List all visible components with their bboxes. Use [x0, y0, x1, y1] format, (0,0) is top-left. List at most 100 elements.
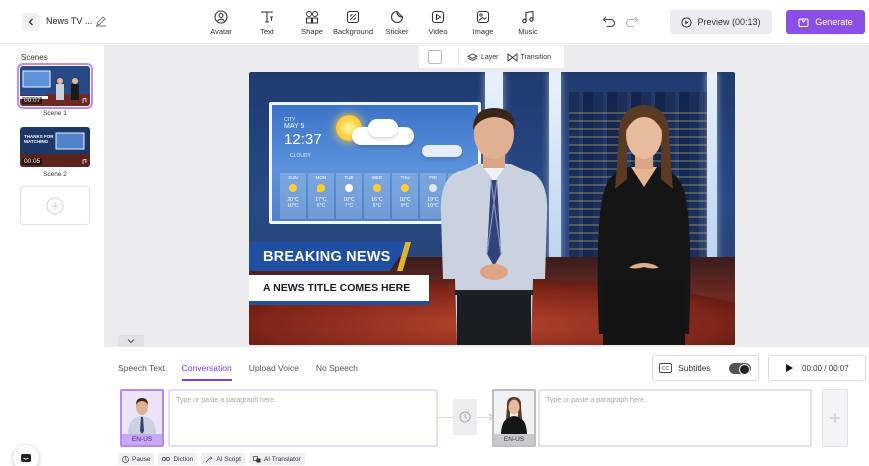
avatar-icon — [214, 9, 228, 24]
magic-wand-icon — [206, 455, 214, 462]
subtitles-toggle[interactable] — [729, 363, 751, 375]
redo-button[interactable] — [625, 15, 639, 27]
project-title[interactable]: News TV ... — [46, 16, 92, 26]
preview-icon — [681, 16, 693, 28]
forecast-day-name: MON — [315, 175, 327, 180]
add-scene-button[interactable] — [20, 186, 90, 225]
play-icon[interactable] — [785, 363, 794, 373]
subtitles-control: CC Subtitles — [652, 355, 759, 381]
news-title-underline — [249, 301, 429, 305]
transition-button[interactable]: Transition — [507, 52, 551, 62]
partly-cloudy-icon — [317, 184, 325, 192]
chevron-down-icon — [127, 339, 135, 344]
speaker-1-text-input[interactable]: Type or paste a paragraph here. — [168, 389, 438, 447]
image-icon — [476, 10, 490, 23]
plus-icon — [830, 413, 840, 423]
diction-tool[interactable]: Diction — [158, 453, 198, 465]
tab-conversation[interactable]: Conversation — [181, 363, 232, 381]
preview-button[interactable]: Preview (00:13) — [670, 10, 772, 34]
speaker-2-text-input[interactable]: Type or paste a paragraph here. — [538, 389, 812, 447]
diction-label: Diction — [173, 455, 194, 463]
collapse-panel-button[interactable] — [118, 335, 144, 347]
tool-video[interactable]: Video — [420, 8, 456, 38]
tool-text[interactable]: Text — [249, 8, 285, 38]
scene-2-thumbnail[interactable]: THANKS FOR WATCHING 00:05 — [20, 127, 90, 167]
male-avatar-thumbnail — [122, 391, 162, 435]
speaker-2-language[interactable]: EN-US — [494, 434, 534, 445]
scenes-panel: Scenes 00:07 Scene 1 THANKS FOR WATCHING… — [0, 45, 104, 466]
subtitles-label: Subtitles — [678, 363, 711, 373]
divider — [458, 49, 459, 65]
ai-translator-tool[interactable]: AI Translator — [248, 453, 305, 465]
tool-image-label: Image — [472, 27, 494, 36]
script-tools: Pause Diction AI Script AI Translator — [118, 453, 305, 465]
speaker-1-avatar[interactable]: EN-US — [120, 389, 164, 447]
forecast-low: 6°C — [372, 203, 382, 209]
scene-1-label: Scene 1 — [43, 110, 67, 117]
tool-avatar[interactable]: Avatar — [203, 8, 239, 38]
script-tabs: Speech Text Conversation Upload Voice No… — [118, 363, 375, 381]
generate-button[interactable]: Generate — [786, 10, 865, 34]
speaker-1-placeholder: Type or paste a paragraph here. — [176, 397, 277, 404]
weather-time: 12:37 — [284, 131, 322, 148]
music-icon — [81, 98, 87, 104]
text-icon — [261, 10, 273, 23]
speaker-2-placeholder: Type or paste a paragraph here. — [546, 397, 647, 404]
female-avatar-thumbnail — [494, 391, 534, 435]
forecast-day: MON 17°C 6°C — [308, 173, 334, 219]
tab-upload-voice[interactable]: Upload Voice — [249, 363, 299, 381]
tool-background[interactable]: Background — [332, 8, 374, 38]
tool-shape[interactable]: Shape — [294, 8, 330, 38]
top-toolbar: News TV ... Avatar Text Shape Background… — [0, 0, 869, 44]
tool-background-label: Background — [332, 27, 374, 36]
audio-player: 00:00 / 00:07 — [768, 355, 866, 381]
chat-icon — [21, 454, 31, 462]
ai-script-tool[interactable]: AI Script — [201, 453, 245, 465]
sun-icon — [373, 184, 381, 192]
news-title-bar[interactable]: A NEWS TITLE COMES HERE — [249, 275, 429, 301]
tab-speech-text[interactable]: Speech Text — [118, 363, 165, 381]
forecast-day-name: SUN — [288, 175, 298, 180]
select-all-checkbox[interactable] — [428, 50, 442, 64]
clock-icon — [122, 455, 129, 463]
tool-avatar-label: Avatar — [210, 27, 232, 36]
tool-sticker[interactable]: Sticker — [379, 8, 415, 38]
male-presenter-avatar[interactable] — [419, 104, 569, 345]
pencil-icon — [96, 16, 106, 27]
tool-music[interactable]: Music — [510, 8, 546, 38]
forecast-day: SUN 20°C 10°C — [280, 173, 306, 219]
add-speaker-button[interactable] — [822, 389, 848, 447]
ai-script-label: AI Script — [216, 455, 241, 463]
pause-tool[interactable]: Pause — [118, 453, 155, 465]
forecast-day-name: WED — [371, 175, 383, 180]
layers-icon — [467, 52, 478, 61]
delay-button[interactable] — [453, 399, 477, 435]
tool-shape-label: Shape — [301, 27, 323, 36]
forecast-day-name: THU — [400, 175, 410, 180]
scene-1-thumbnail[interactable]: 00:07 — [17, 63, 93, 109]
layer-button[interactable]: Layer — [467, 52, 499, 62]
tool-image[interactable]: Image — [465, 8, 501, 38]
forecast-low: 7°C — [344, 203, 354, 209]
weather-condition: CLOUDY — [290, 153, 311, 159]
tab-no-speech[interactable]: No Speech — [316, 363, 358, 381]
back-button[interactable] — [22, 13, 40, 31]
shape-icon — [306, 10, 318, 23]
clock-icon — [459, 411, 471, 423]
video-preview[interactable]: CITY MAY 5 12:37 CLOUDY SUN 20°C 10°C MON 1… — [249, 72, 735, 345]
edit-title-button[interactable] — [95, 15, 107, 27]
closed-captions-icon: CC — [659, 363, 672, 373]
help-button[interactable] — [13, 445, 39, 466]
breaking-news-banner[interactable]: BREAKING NEWS — [249, 242, 409, 271]
cloud-icon — [345, 184, 353, 192]
speaker-2-avatar[interactable]: EN-US — [492, 389, 536, 447]
forecast-low: 6°C — [316, 203, 326, 209]
female-presenter-avatar[interactable] — [569, 99, 719, 345]
chevron-left-icon — [28, 18, 33, 26]
scene-2-thumb-text: THANKS FOR WATCHING — [24, 134, 54, 144]
scene-1-duration: 00:07 — [22, 97, 43, 104]
undo-button[interactable] — [602, 15, 616, 27]
scenes-title: Scenes — [21, 53, 48, 62]
canvas-area: Layer Transition CITY MAY 5 12:37 CLOUDY… — [104, 45, 869, 347]
speaker-1-language[interactable]: EN-US — [122, 434, 162, 445]
